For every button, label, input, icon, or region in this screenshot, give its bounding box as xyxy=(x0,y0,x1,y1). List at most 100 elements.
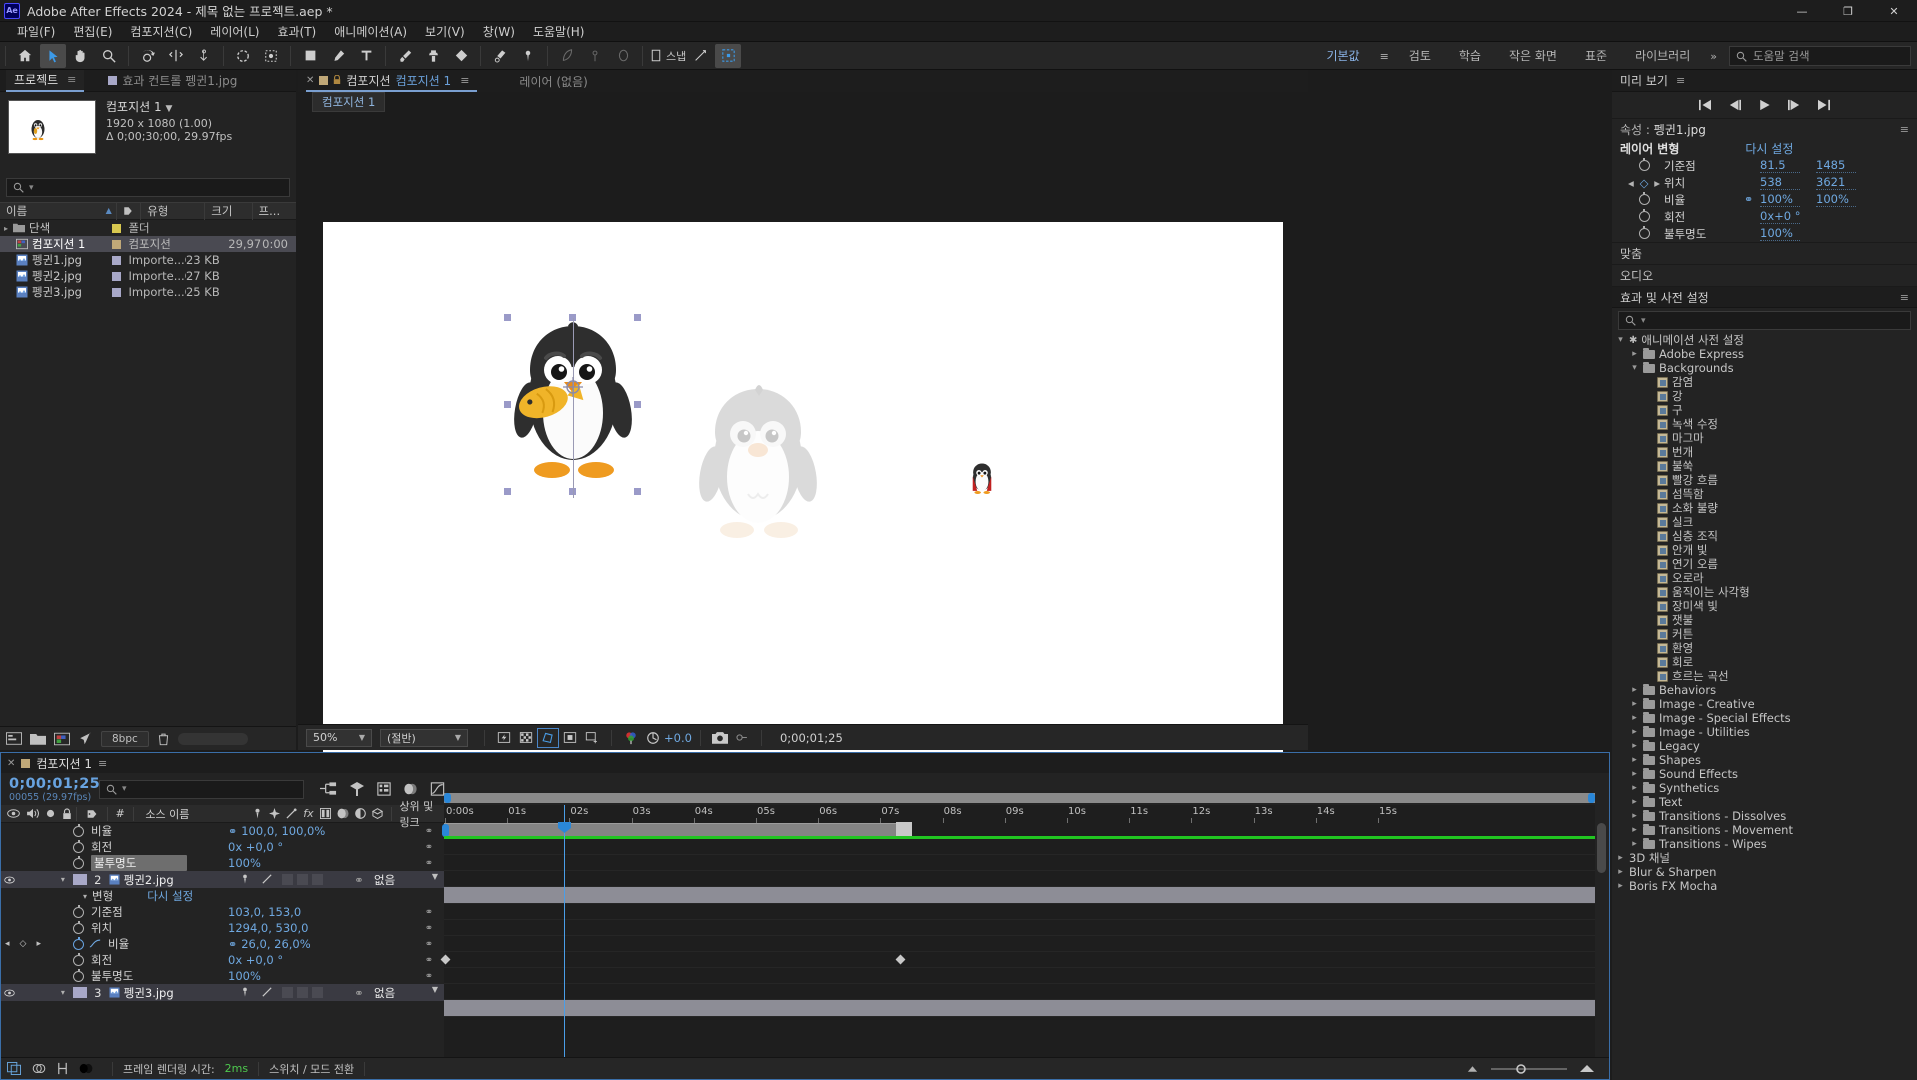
property-value-y[interactable]: 1485 xyxy=(1816,158,1856,173)
menu-item-0[interactable]: 파일(F) xyxy=(8,22,64,42)
draft-3d-icon[interactable] xyxy=(349,782,365,796)
stopwatch-icon[interactable] xyxy=(73,839,84,853)
project-row-swatch[interactable] xyxy=(106,239,129,249)
stopwatch-cell[interactable] xyxy=(1624,209,1664,222)
timeline-property-row[interactable]: 비율 ⚭ 100,0, 100,0% ⚭ xyxy=(1,823,444,839)
timeline-track-row[interactable] xyxy=(440,952,1595,968)
selection-tool-icon[interactable] xyxy=(40,43,66,68)
puppet-pin-tool-icon[interactable] xyxy=(515,44,541,68)
timeline-vertical-scrollbar[interactable] xyxy=(1597,823,1608,1055)
workspace-overflow-icon[interactable]: » xyxy=(1704,50,1723,63)
effects-tree-item[interactable]: ▸ 3D 채널 xyxy=(1612,851,1917,865)
current-time-indicator[interactable] xyxy=(558,805,571,1057)
property-value-x[interactable]: 538 xyxy=(1760,175,1800,190)
graph-editor-icon[interactable] xyxy=(430,782,445,796)
link-icon[interactable]: ⚭ xyxy=(1744,193,1760,206)
effects-tree-item[interactable]: 실크 xyxy=(1612,515,1917,529)
project-row-swatch[interactable] xyxy=(106,223,129,233)
anchor-point-icon[interactable] xyxy=(562,376,584,398)
tab-project[interactable]: 프로젝트 ≡ xyxy=(6,69,85,92)
stopwatch-cell[interactable] xyxy=(1624,226,1664,239)
workspace-tab-1[interactable]: 검토 xyxy=(1395,42,1445,70)
property-value-y[interactable]: 3621 xyxy=(1816,175,1856,190)
layer-switch-group[interactable] xyxy=(282,987,354,998)
property-value-x[interactable]: 81.5 xyxy=(1760,158,1800,173)
project-row-swatch[interactable] xyxy=(106,271,129,281)
chevron-down-icon[interactable]: ▼ xyxy=(165,104,172,114)
menu-item-4[interactable]: 효과(T) xyxy=(268,22,325,42)
chevron-icon[interactable]: ▸ xyxy=(1630,699,1639,709)
switches-modes-toggle[interactable]: 스위치 / 모드 전환 xyxy=(269,1061,354,1077)
workspace-tab-0[interactable]: 기본값 xyxy=(1312,42,1373,70)
effects-tree-item[interactable]: ▸ Shapes xyxy=(1612,753,1917,767)
effects-tree-item[interactable]: ▾ Backgrounds xyxy=(1612,361,1917,375)
stopwatch-cell[interactable] xyxy=(1624,192,1664,205)
zoom-in-timeline-icon[interactable] xyxy=(1579,1064,1595,1073)
timeline-track-row[interactable] xyxy=(444,904,1595,920)
workspace-menu-icon[interactable]: ≡ xyxy=(1374,50,1395,63)
stopwatch-icon[interactable] xyxy=(73,936,84,950)
home-icon[interactable] xyxy=(12,44,38,68)
effects-tree-item[interactable]: ▾ ✱ 애니메이션 사전 설정 xyxy=(1612,333,1917,347)
penguin-layer-3[interactable] xyxy=(968,462,996,496)
effects-tree-item[interactable]: 녹색 수정 xyxy=(1612,417,1917,431)
label-icon[interactable] xyxy=(87,808,97,820)
puppet-starch-tool-icon[interactable] xyxy=(582,44,608,68)
effects-tree-item[interactable]: 섬뜩함 xyxy=(1612,487,1917,501)
selection-handle[interactable] xyxy=(634,401,641,408)
timeline-property-row[interactable]: 회전 0x +0,0 ° ⚭ xyxy=(1,839,444,855)
effects-tree-item[interactable]: ▸ Sound Effects xyxy=(1612,767,1917,781)
property-value[interactable]: 0x +0,0 ° xyxy=(228,953,283,967)
effects-tree-item[interactable]: 오로라 xyxy=(1612,571,1917,585)
composition-mini-flowchart-icon[interactable] xyxy=(320,782,337,796)
render-time-icon[interactable] xyxy=(79,1062,94,1075)
property-value-y[interactable]: 100% xyxy=(1816,192,1856,207)
effects-tree-item[interactable]: 커튼 xyxy=(1612,627,1917,641)
panel-menu-icon[interactable]: ≡ xyxy=(98,757,107,770)
stopwatch-icon[interactable] xyxy=(73,968,84,982)
selection-handle[interactable] xyxy=(504,401,511,408)
tab-effect-controls[interactable]: 효과 컨트롤 펭귄1.jpg xyxy=(100,70,245,92)
effects-tree-item[interactable]: ▸ Image - Creative xyxy=(1612,697,1917,711)
timeline-graph-area[interactable]: 0:00s 01s 02s 03s 04s 05s 06s 07s 08s 09s 10s 11s 12… xyxy=(440,793,1595,1057)
property-value[interactable]: 100% xyxy=(228,969,261,983)
effects-tree-item[interactable]: ▸ Legacy xyxy=(1612,739,1917,753)
show-snapshot-icon[interactable] xyxy=(731,728,753,748)
col-name-label[interactable]: 이름 xyxy=(6,202,27,220)
menu-item-7[interactable]: 창(W) xyxy=(474,22,524,42)
panel-menu-icon[interactable]: ≡ xyxy=(1900,291,1909,304)
layer-parent-select[interactable]: 없음 ▼ xyxy=(374,985,444,1001)
col-label-icon[interactable] xyxy=(117,202,142,220)
timeline-property-row[interactable]: 위치 1294,0, 530,0 ⚭ xyxy=(1,920,444,936)
take-snapshot-icon[interactable] xyxy=(709,728,731,748)
work-area-bar[interactable] xyxy=(442,823,901,837)
transparency-grid-icon[interactable] xyxy=(515,728,537,748)
effects-tree-item[interactable]: 심층 조직 xyxy=(1612,529,1917,543)
effects-tree-item[interactable]: ▸ Synthetics xyxy=(1612,781,1917,795)
group-expand-caret[interactable]: ▾ xyxy=(83,892,87,901)
stopwatch-icon[interactable] xyxy=(73,952,84,966)
chevron-icon[interactable]: ▸ xyxy=(1616,881,1625,891)
stopwatch-icon[interactable] xyxy=(73,823,84,837)
last-frame-icon[interactable] xyxy=(1817,99,1831,111)
layer-shy-switch[interactable] xyxy=(240,873,256,887)
audio-panel-header[interactable]: 오디오 xyxy=(1612,264,1917,286)
chevron-icon[interactable]: ▾ xyxy=(1616,335,1625,345)
timeline-track-row[interactable] xyxy=(444,920,1595,936)
effects-tree-item[interactable]: ▸ Boris FX Mocha xyxy=(1612,879,1917,893)
parent-pickwhip-icon[interactable]: ⚭ xyxy=(414,971,444,982)
stopwatch-icon[interactable] xyxy=(73,920,84,934)
tab-layer[interactable]: 레이어 (없음) xyxy=(519,73,587,90)
project-row[interactable]: 컴포지션 1 컴포지션 29,97 0:00 xyxy=(0,236,296,252)
effects-tree-item[interactable]: ▸ Transitions - Wipes xyxy=(1612,837,1917,851)
timeline-track-row[interactable] xyxy=(444,839,1595,855)
clone-stamp-tool-icon[interactable] xyxy=(420,44,446,68)
rotation-tool-icon[interactable] xyxy=(135,44,161,68)
timeline-layer-row[interactable]: ▾ 2 펭귄2.jpg ⚭ 없음 ▼ xyxy=(1,871,444,888)
effects-tree-item[interactable]: ▸ Behaviors xyxy=(1612,683,1917,697)
timeline-transform-group-row[interactable]: ▾ 변형 다시 설정 xyxy=(1,888,444,904)
effects-tree-item[interactable]: ▸ Image - Special Effects xyxy=(1612,711,1917,725)
scrollbar-thumb[interactable] xyxy=(1597,823,1606,873)
effects-tree-item[interactable]: 환영 xyxy=(1612,641,1917,655)
timeline-layer-row[interactable]: ▾ 3 펭귄3.jpg ⚭ 없음 ▼ xyxy=(1,984,444,1001)
